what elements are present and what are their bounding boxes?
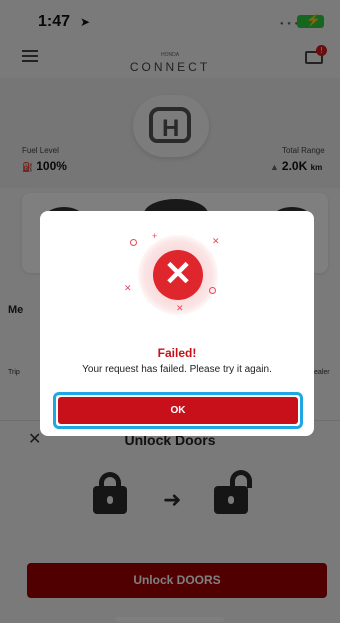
ok-button[interactable]: OK <box>58 397 298 424</box>
error-illustration: + ✕ ✕ ✕ ✕ <box>124 231 232 317</box>
decor-x-icon: ✕ <box>212 236 220 246</box>
dialog-title: Failed! <box>157 346 197 360</box>
decor-ring-icon <box>130 239 137 246</box>
app-screen: 1:47 ➤ ● ● ● ● ⚡ HONDA CONNECT ! H Fuel … <box>0 0 340 623</box>
dialog-message: Your request has failed. Please try it a… <box>82 364 272 375</box>
decor-plus-icon: + <box>152 231 158 241</box>
error-x-icon: ✕ <box>153 250 203 300</box>
decor-x-icon: ✕ <box>176 303 184 313</box>
decor-x-icon: ✕ <box>124 283 132 293</box>
decor-ring-icon <box>209 287 216 294</box>
error-dialog: + ✕ ✕ ✕ ✕ Failed! Your request has faile… <box>40 211 314 436</box>
